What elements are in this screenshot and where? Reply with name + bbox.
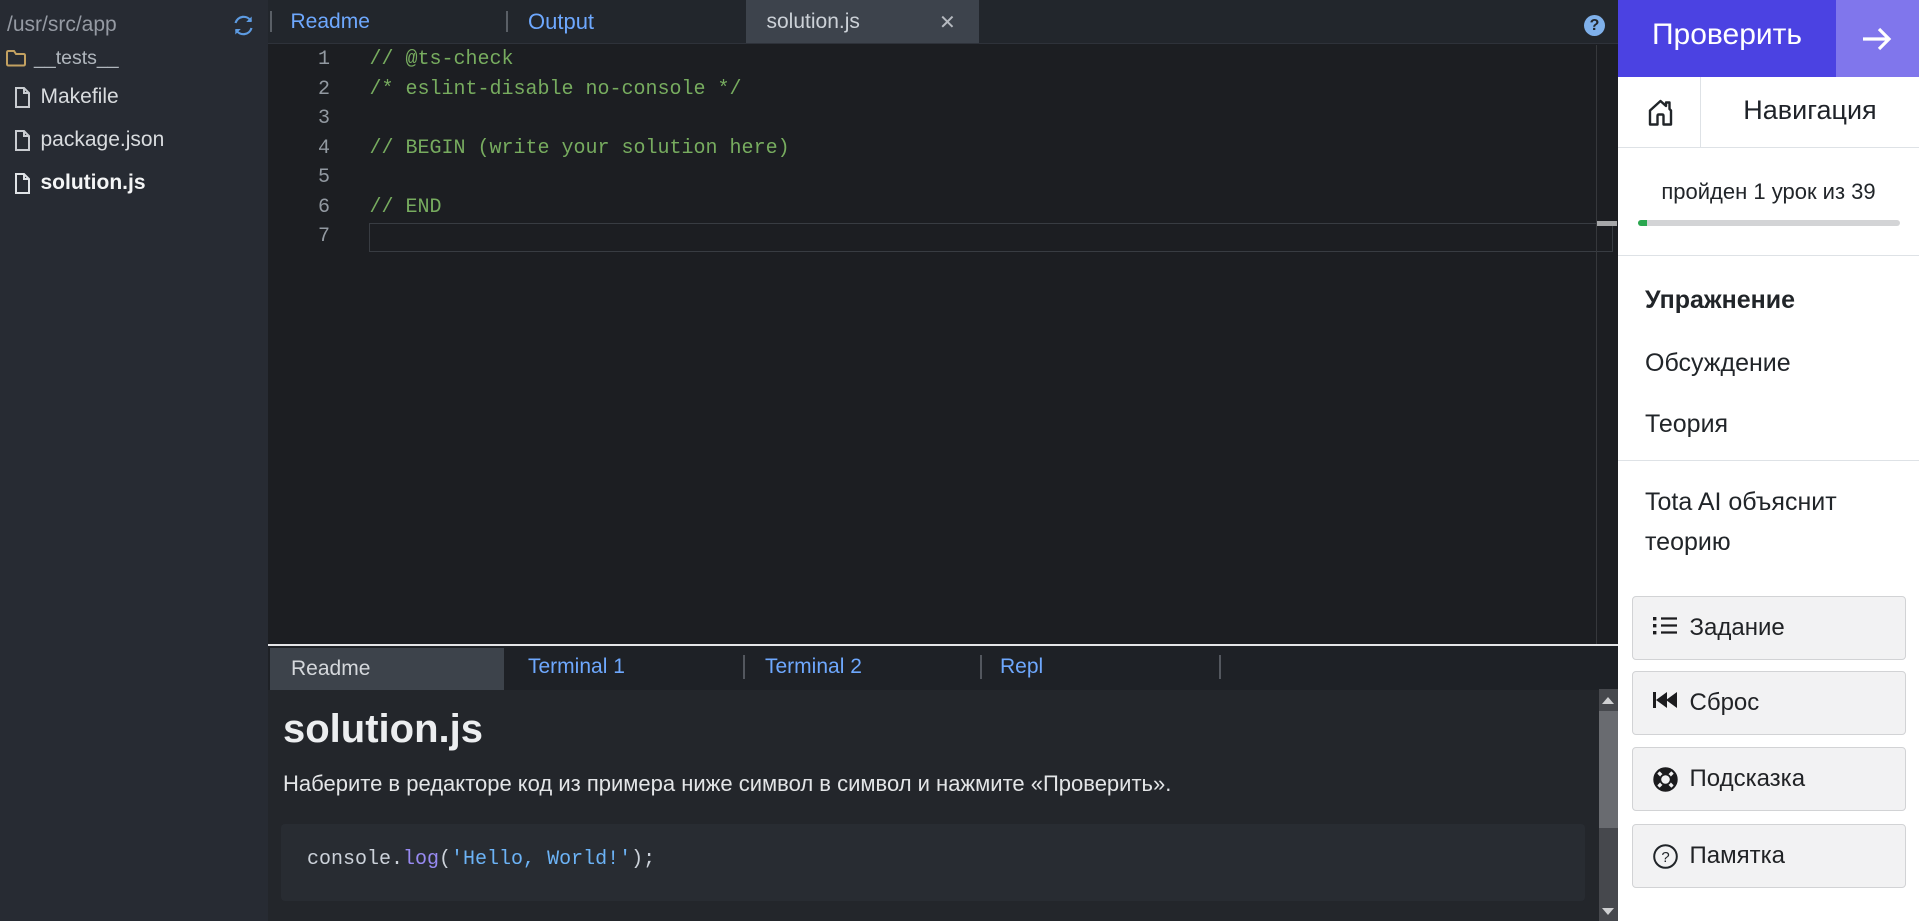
svg-text:?: ? bbox=[1661, 849, 1669, 866]
